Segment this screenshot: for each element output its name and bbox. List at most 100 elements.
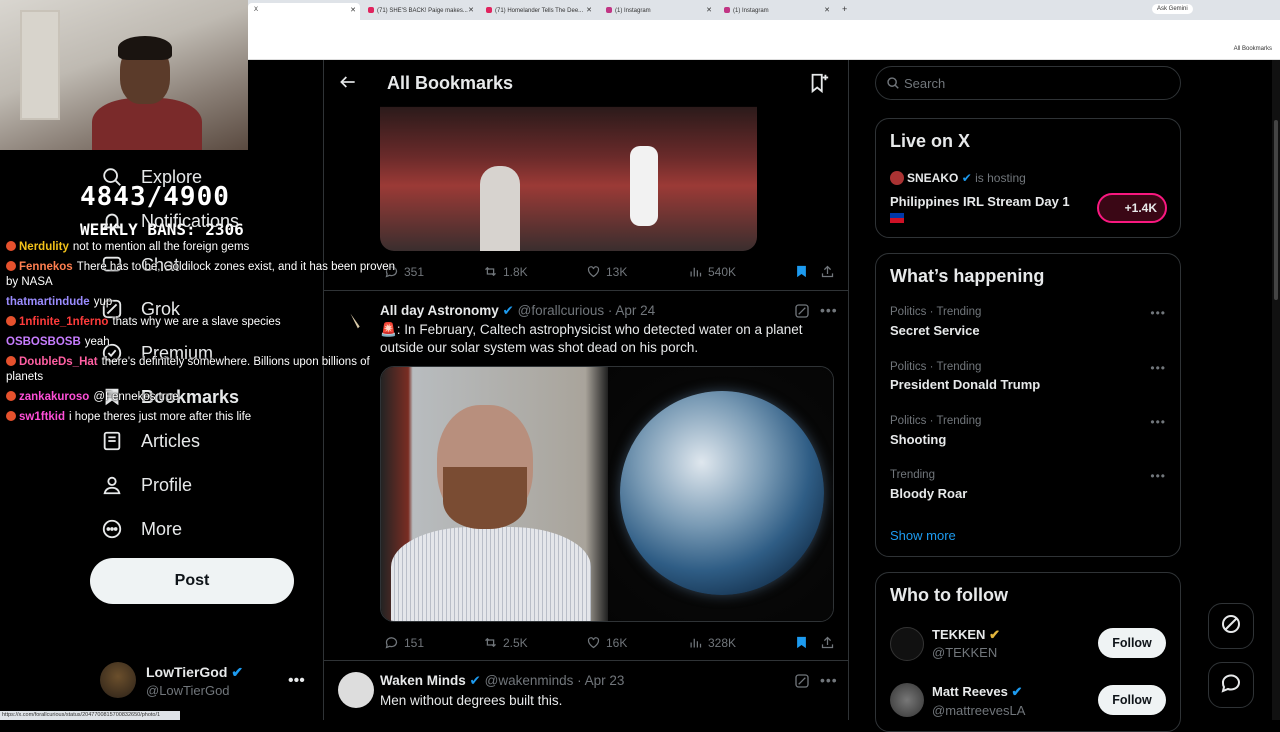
chat-message: 1nfinite_1nferno thats why we are a slave…: [6, 315, 406, 330]
tweet-author-handle[interactable]: @forallcurious: [518, 303, 604, 318]
share-button[interactable]: [820, 635, 840, 650]
address-bar[interactable]: [248, 20, 1280, 42]
tweet-author-handle[interactable]: @wakenminds: [485, 673, 574, 688]
reply-count: 351: [404, 264, 425, 279]
avatar[interactable]: [338, 672, 374, 708]
like-button[interactable]: 16K: [586, 635, 627, 650]
tweet-menu-icon[interactable]: •••: [820, 302, 838, 318]
new-tab-icon[interactable]: +: [842, 4, 847, 14]
tweet-media-grid[interactable]: [380, 366, 834, 622]
follow-button[interactable]: Follow: [1098, 685, 1166, 715]
chat-message: DoubleDs_Hat there's definitely somewhere…: [6, 355, 406, 385]
tweet-author-name[interactable]: Waken Minds: [380, 673, 466, 688]
bookmark-folder-add-icon[interactable]: [808, 72, 830, 99]
bookmark-button[interactable]: [794, 264, 814, 279]
close-icon[interactable]: ✕: [824, 6, 830, 14]
webcam-person-shirt: [92, 98, 202, 150]
panel-title: Who to follow: [890, 585, 1008, 605]
trend-item[interactable]: Secret Service: [890, 323, 980, 338]
panel-title: What’s happening: [890, 266, 1045, 286]
tweet-photo-planet[interactable]: [608, 367, 833, 621]
back-arrow-icon[interactable]: [338, 72, 358, 97]
follow-suggestion-name[interactable]: TEKKEN ✔: [932, 627, 1000, 643]
views-button[interactable]: 540K: [688, 264, 736, 279]
chat-message: Fennekos There has to be, Goldilock zones…: [6, 260, 406, 290]
tweet-menu-icon[interactable]: •••: [820, 672, 838, 688]
nav-explore[interactable]: Explore: [100, 162, 202, 192]
chat-message: zankakuroso @Fennekos true: [6, 390, 406, 405]
close-icon[interactable]: ✕: [468, 6, 474, 14]
youtube-icon: [368, 7, 374, 13]
views-count: 328K: [708, 635, 737, 650]
trend-meta: Trending: [890, 469, 935, 481]
repost-button[interactable]: 1.8K: [483, 264, 528, 279]
trend-menu-icon[interactable]: •••: [1150, 306, 1166, 320]
trend-menu-icon[interactable]: •••: [1150, 469, 1166, 483]
browser-tab-x[interactable]: X ✕: [248, 3, 360, 20]
nav-label: Articles: [141, 430, 201, 451]
nav-notifications[interactable]: Notifications: [100, 206, 239, 236]
chat-text: thats why we are a slave species: [112, 316, 281, 328]
browser-tab-youtube-1[interactable]: (71) SHE'S BACK! Paige makes... ✕: [362, 3, 478, 20]
avatar[interactable]: [100, 662, 136, 698]
follow-button[interactable]: Follow: [1098, 628, 1166, 658]
avatar[interactable]: [890, 683, 924, 717]
chat-text: yeah: [84, 336, 110, 348]
account-menu-icon[interactable]: •••: [288, 672, 305, 690]
tweet-actions: 351 1.8K 13K 540K: [380, 261, 840, 281]
post-button[interactable]: Post: [90, 558, 294, 604]
reply-button[interactable]: 151: [384, 635, 424, 650]
trend-item[interactable]: Shooting: [890, 432, 946, 447]
browser-tab-youtube-2[interactable]: (71) Homelander Tells The Dee... ✕: [480, 3, 596, 20]
trend-menu-icon[interactable]: •••: [1150, 415, 1166, 429]
tab-title: (1) Instagram: [615, 8, 651, 14]
repost-button[interactable]: 2.5K: [483, 635, 528, 650]
reply-icon: [385, 637, 398, 649]
nav-profile[interactable]: Profile: [100, 470, 192, 500]
tweet-date[interactable]: Apr 24: [615, 303, 655, 318]
close-icon[interactable]: ✕: [706, 6, 712, 14]
separator-dot: ·: [577, 673, 582, 688]
live-stream-title[interactable]: Philippines IRL Stream Day 1: [890, 194, 1070, 209]
views-icon: [690, 638, 702, 648]
tweet-date[interactable]: Apr 23: [585, 673, 625, 688]
youtube-icon: [486, 7, 492, 13]
browser-tab-instagram-1[interactable]: (1) Instagram ✕: [600, 3, 716, 20]
grok-icon[interactable]: [794, 673, 810, 694]
tweet-media-image[interactable]: [380, 106, 757, 251]
tweet-text: Men without degrees built this.: [380, 693, 563, 708]
avatar[interactable]: [890, 627, 924, 661]
all-bookmarks-folder[interactable]: All Bookmarks: [1234, 46, 1272, 52]
grok-fab-button[interactable]: [1208, 603, 1254, 649]
like-button[interactable]: 13K: [586, 264, 627, 279]
messages-fab-button[interactable]: [1208, 662, 1254, 708]
share-button[interactable]: [820, 264, 840, 279]
trend-item[interactable]: President Donald Trump: [890, 377, 1040, 392]
live-host[interactable]: SNEAKO ✔ is hosting: [907, 171, 1026, 185]
close-icon[interactable]: ✕: [350, 6, 356, 14]
nav-more[interactable]: More: [100, 514, 182, 544]
avatar[interactable]: [890, 171, 904, 185]
live-listeners-pill[interactable]: +1.4K: [1097, 193, 1167, 223]
ask-gemini-button[interactable]: Ask Gemini: [1152, 4, 1193, 14]
browser-tab-instagram-2[interactable]: (1) Instagram ✕: [718, 3, 834, 20]
bookmark-button[interactable]: [794, 635, 814, 650]
views-button[interactable]: 328K: [688, 635, 736, 650]
tab-title: (71) Homelander Tells The Dee...: [495, 8, 584, 14]
follow-suggestion-name[interactable]: Matt Reeves ✔: [932, 684, 1022, 700]
chat-badge-icon: [6, 261, 16, 271]
tweet-photo-person[interactable]: [381, 367, 608, 621]
divider: [324, 660, 848, 661]
trend-menu-icon[interactable]: •••: [1150, 361, 1166, 375]
search-input[interactable]: Search: [875, 66, 1181, 100]
repost-count: 1.8K: [503, 264, 528, 279]
nav-articles[interactable]: Articles: [100, 426, 200, 456]
nav-label: Notifications: [141, 210, 240, 231]
repost-count: 2.5K: [503, 635, 528, 650]
scrollbar-thumb[interactable]: [1274, 120, 1278, 300]
close-icon[interactable]: ✕: [586, 6, 592, 14]
chat-badge-icon: [6, 241, 16, 251]
account-name[interactable]: LowTierGod ✔: [146, 664, 243, 681]
show-more-link[interactable]: Show more: [890, 528, 956, 543]
trend-item[interactable]: Bloody Roar: [890, 486, 967, 501]
